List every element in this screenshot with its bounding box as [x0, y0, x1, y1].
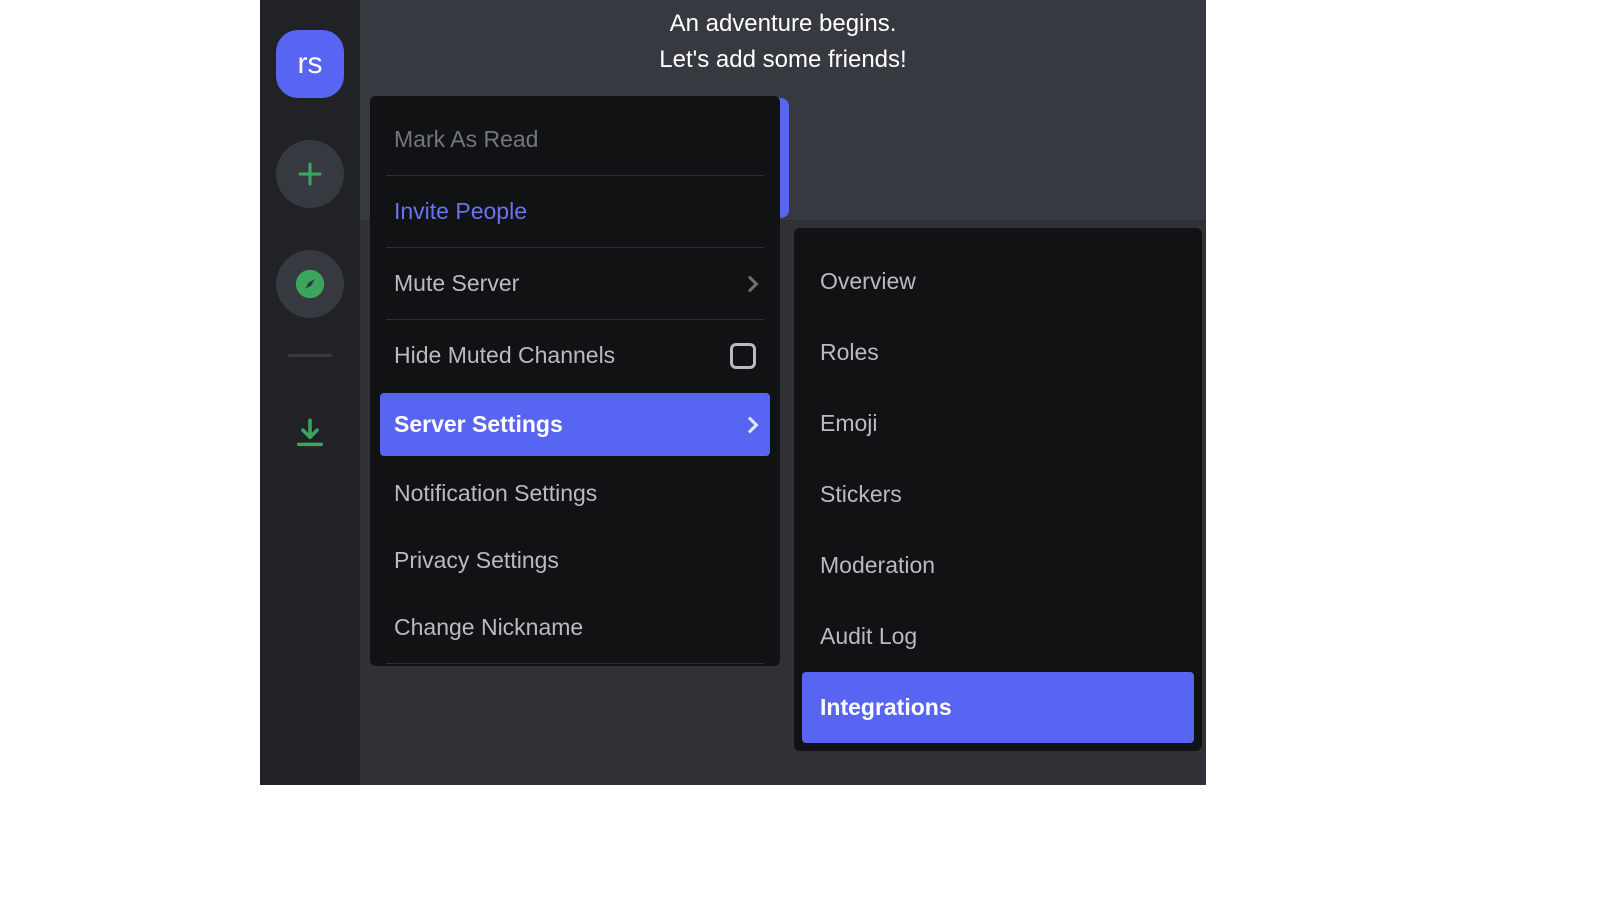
submenu-label: Emoji — [820, 410, 878, 436]
submenu-label: Roles — [820, 339, 879, 365]
chevron-right-icon — [742, 275, 759, 292]
welcome-message: An adventure begins. Let's add some frie… — [360, 6, 1206, 78]
menu-label: Change Nickname — [394, 614, 583, 641]
menu-label: Server Settings — [394, 411, 563, 438]
menu-separator — [386, 319, 764, 320]
compass-icon — [293, 267, 327, 301]
server-rail: rs — [260, 0, 360, 785]
menu-label: Invite People — [394, 198, 527, 225]
menu-notification-settings[interactable]: Notification Settings — [380, 460, 770, 527]
server-initials: rs — [298, 47, 323, 81]
submenu-emoji[interactable]: Emoji — [802, 388, 1194, 459]
welcome-line-1: An adventure begins. — [360, 6, 1206, 42]
checkbox-icon[interactable] — [730, 343, 756, 369]
chevron-right-icon — [742, 416, 759, 433]
submenu-label: Moderation — [820, 552, 935, 578]
submenu-overview[interactable]: Overview — [802, 246, 1194, 317]
add-server-button[interactable] — [276, 140, 344, 208]
menu-label: Mark As Read — [394, 126, 538, 153]
menu-privacy-settings[interactable]: Privacy Settings — [380, 527, 770, 594]
welcome-line-2: Let's add some friends! — [360, 42, 1206, 78]
menu-hide-muted-channels[interactable]: Hide Muted Channels — [380, 322, 770, 389]
submenu-moderation[interactable]: Moderation — [802, 530, 1194, 601]
menu-label: Privacy Settings — [394, 547, 559, 574]
server-context-menu: Mark As Read Invite People Mute Server H… — [370, 96, 780, 666]
submenu-stickers[interactable]: Stickers — [802, 459, 1194, 530]
menu-separator — [386, 247, 764, 248]
download-icon — [293, 416, 327, 450]
download-apps-button[interactable] — [276, 399, 344, 467]
server-avatar[interactable]: rs — [276, 30, 344, 98]
explore-servers-button[interactable] — [276, 250, 344, 318]
submenu-label: Overview — [820, 268, 916, 294]
submenu-label: Integrations — [820, 694, 952, 720]
menu-separator — [386, 175, 764, 176]
submenu-audit-log[interactable]: Audit Log — [802, 601, 1194, 672]
submenu-integrations[interactable]: Integrations — [802, 672, 1194, 743]
menu-change-nickname[interactable]: Change Nickname — [380, 594, 770, 661]
server-settings-submenu: Overview Roles Emoji Stickers Moderation… — [794, 228, 1202, 751]
rail-separator — [288, 354, 332, 357]
menu-label: Mute Server — [394, 270, 519, 297]
submenu-roles[interactable]: Roles — [802, 317, 1194, 388]
menu-invite-people[interactable]: Invite People — [380, 178, 770, 245]
menu-label: Hide Muted Channels — [394, 342, 615, 369]
app-viewport: An adventure begins. Let's add some frie… — [260, 0, 1206, 785]
menu-mark-as-read[interactable]: Mark As Read — [380, 106, 770, 173]
menu-separator — [386, 663, 764, 664]
submenu-label: Audit Log — [820, 623, 917, 649]
menu-label: Notification Settings — [394, 480, 597, 507]
menu-mute-server[interactable]: Mute Server — [380, 250, 770, 317]
menu-server-settings[interactable]: Server Settings — [380, 393, 770, 456]
submenu-label: Stickers — [820, 481, 902, 507]
plus-icon — [295, 159, 325, 189]
